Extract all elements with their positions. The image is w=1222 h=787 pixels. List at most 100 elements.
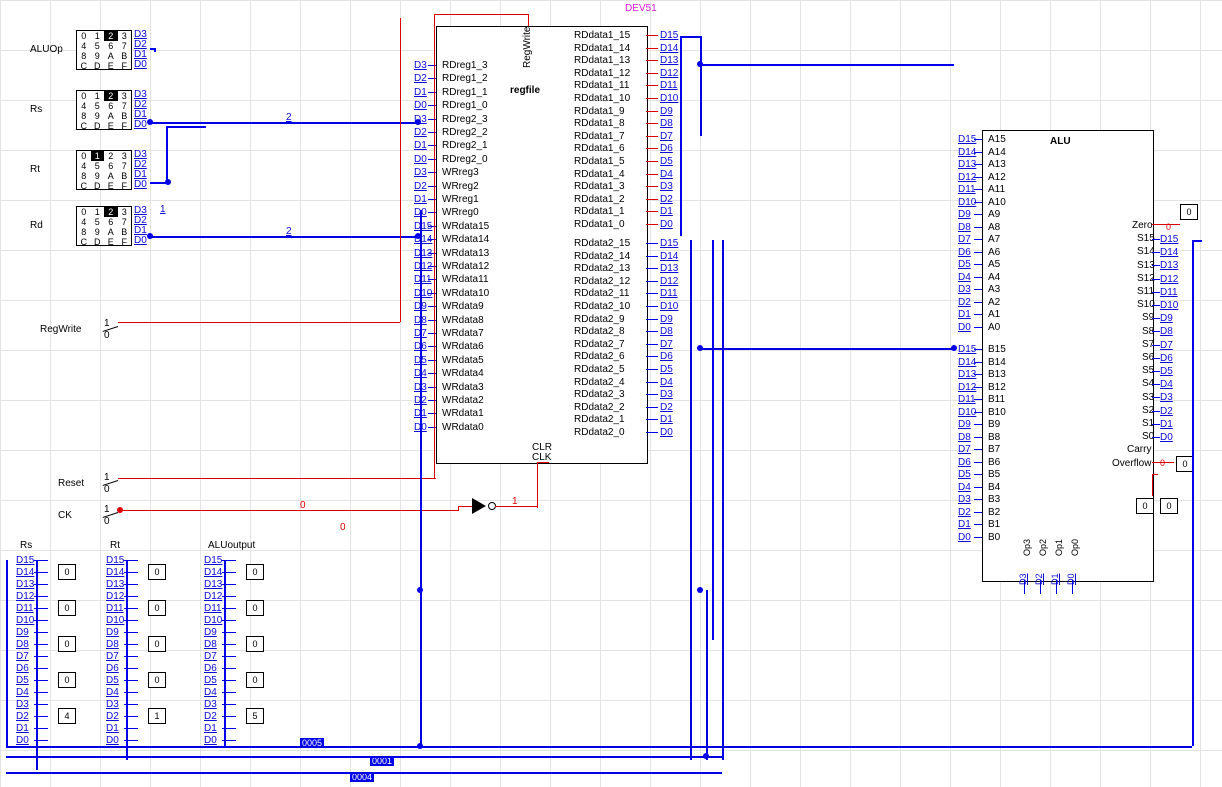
alu-alabel-4: A11 [988,184,1005,195]
Rt-dp-15: D0 [106,735,119,746]
Rd-keypad[interactable]: 0123456789ABCDEF [76,206,132,246]
rf-lpin-2: D1 [414,87,427,98]
Rt-digit-4: 1 [148,708,166,724]
alu-blabel-12: B3 [988,494,1000,505]
alu-alabel-3: A12 [988,172,1006,183]
alu-slabel-18: Overflow [1112,458,1151,469]
alu-oppin-1: D2 [1034,573,1044,585]
rf-r2-3: RDdata2_12 [574,276,630,287]
Rs-keypad[interactable]: 0123456789ABCDEF [76,90,132,130]
alu-apin-7: D8 [958,222,971,233]
rf-r1-1: RDdata1_14 [574,43,630,54]
rf-r2-9: RDdata2_6 [574,351,625,362]
ALUoutput-dp-1: D14 [204,567,222,578]
rf-llabel-10: WRreg1 [442,194,479,205]
alu-blabel-15: B0 [988,532,1000,543]
alu-spin-6: D9 [1160,313,1173,324]
rf-r1pin-1: D14 [660,43,678,54]
alu-blabel-6: B9 [988,419,1000,430]
rf-lpin-8: D3 [414,167,427,178]
Rt-dp-4: D11 [106,603,124,614]
ALUOp-keypad[interactable]: 0123456789ABCDEF [76,30,132,70]
alu-spin-5: D10 [1160,300,1178,311]
ck0-tag: 0 [300,500,306,511]
alu-alabel-15: A0 [988,322,1000,333]
rf-llabel-23: WRdata4 [442,368,484,379]
rf-llabel-8: WRreg3 [442,167,479,178]
alu-spin-2: D13 [1160,260,1178,271]
alu-op-3: Op0 [1070,539,1080,556]
rf-r1pin-15: D0 [660,219,673,230]
Rt-dp-6: D9 [106,627,119,638]
ovf2-display: 0 [1160,498,1178,514]
rf-r2-8: RDdata2_7 [574,339,625,350]
Rt-dp-11: D4 [106,687,119,698]
alu-op-0: Op3 [1022,539,1032,556]
rf-r2pin-8: D7 [660,339,673,350]
rf-r2pin-5: D10 [660,301,678,312]
ALUOp-pin-D0: D0 [134,59,147,70]
alu-bpin-11: D4 [958,482,971,493]
alu-alabel-8: A7 [988,234,1000,245]
alu-spin-14: D1 [1160,419,1173,430]
alu-spin-12: D3 [1160,392,1173,403]
ALUoutput-dp-8: D7 [204,651,217,662]
rf-r1-6: RDdata1_9 [574,106,625,117]
rf-llabel-22: WRdata5 [442,355,484,366]
ALUoutput-dp-9: D6 [204,663,217,674]
ALUoutput-digit-1: 0 [246,600,264,616]
Rs-dp-5: D10 [16,615,34,626]
alu-apin-8: D7 [958,234,971,245]
rf-llabel-0: RDreg1_3 [442,60,488,71]
rf-r1-2: RDdata1_13 [574,55,630,66]
rf-r2pin-3: D12 [660,276,678,287]
Reset-switch[interactable] [112,474,140,488]
alu-apin-11: D4 [958,272,971,283]
Rs-dp-8: D7 [16,651,29,662]
alu-bpin-6: D9 [958,419,971,430]
alu-blabel-8: B7 [988,444,1000,455]
alu-spin-9: D6 [1160,353,1173,364]
rf-llabel-19: WRdata8 [442,315,484,326]
alu-blabel-11: B4 [988,482,1000,493]
ALUoutput-digit-0: 0 [246,564,264,580]
alu-alabel-6: A9 [988,209,1000,220]
alu-op-2: Op1 [1054,539,1064,556]
rf-r1pin-10: D5 [660,156,673,167]
Rs-label: Rs [30,104,42,115]
alu-blabel-4: B11 [988,394,1005,405]
Rt-keypad[interactable]: 0123456789ABCDEF [76,150,132,190]
rf-r2-11: RDdata2_4 [574,377,625,388]
ALUoutput-dp-0: D15 [204,555,222,566]
rf-r2pin-2: D13 [660,263,678,274]
alu-slabel-17: Carry [1127,444,1151,455]
Rs-displabel: Rs [20,540,32,551]
alu-bpin-15: D0 [958,532,971,543]
ALUoutput-dp-3: D12 [204,591,222,602]
Rs-dp-11: D4 [16,687,29,698]
Rs-dp-12: D3 [16,699,29,710]
rf-lpin-9: D2 [414,181,427,192]
alu-blabel-14: B1 [988,519,1000,530]
alu-alabel-1: A14 [988,147,1006,158]
alu-spin-13: D2 [1160,406,1173,417]
alu-spin-1: D14 [1160,247,1178,258]
alu-spin-8: D7 [1160,340,1173,351]
alu-alabel-11: A4 [988,272,1000,283]
rf-r2pin-9: D6 [660,351,673,362]
rf-r2-5: RDdata2_10 [574,301,630,312]
Rs-dp-6: D9 [16,627,29,638]
Rt-digit-0: 0 [148,564,166,580]
alu-spin-11: D4 [1160,379,1173,390]
rf-r1pin-6: D9 [660,106,673,117]
alu-bpin-10: D5 [958,469,971,480]
ALUoutput-dp-7: D8 [204,639,217,650]
rf-r1-12: RDdata1_3 [574,181,625,192]
ck2-tag: 0 [340,522,346,533]
alu-alabel-5: A10 [988,197,1006,208]
rf-r2pin-12: D3 [660,389,673,400]
ALUoutput-digit-4: 5 [246,708,264,724]
rf-llabel-15: WRdata12 [442,261,489,272]
Rt-dp-10: D5 [106,675,119,686]
rf-r2-1: RDdata2_14 [574,251,630,262]
